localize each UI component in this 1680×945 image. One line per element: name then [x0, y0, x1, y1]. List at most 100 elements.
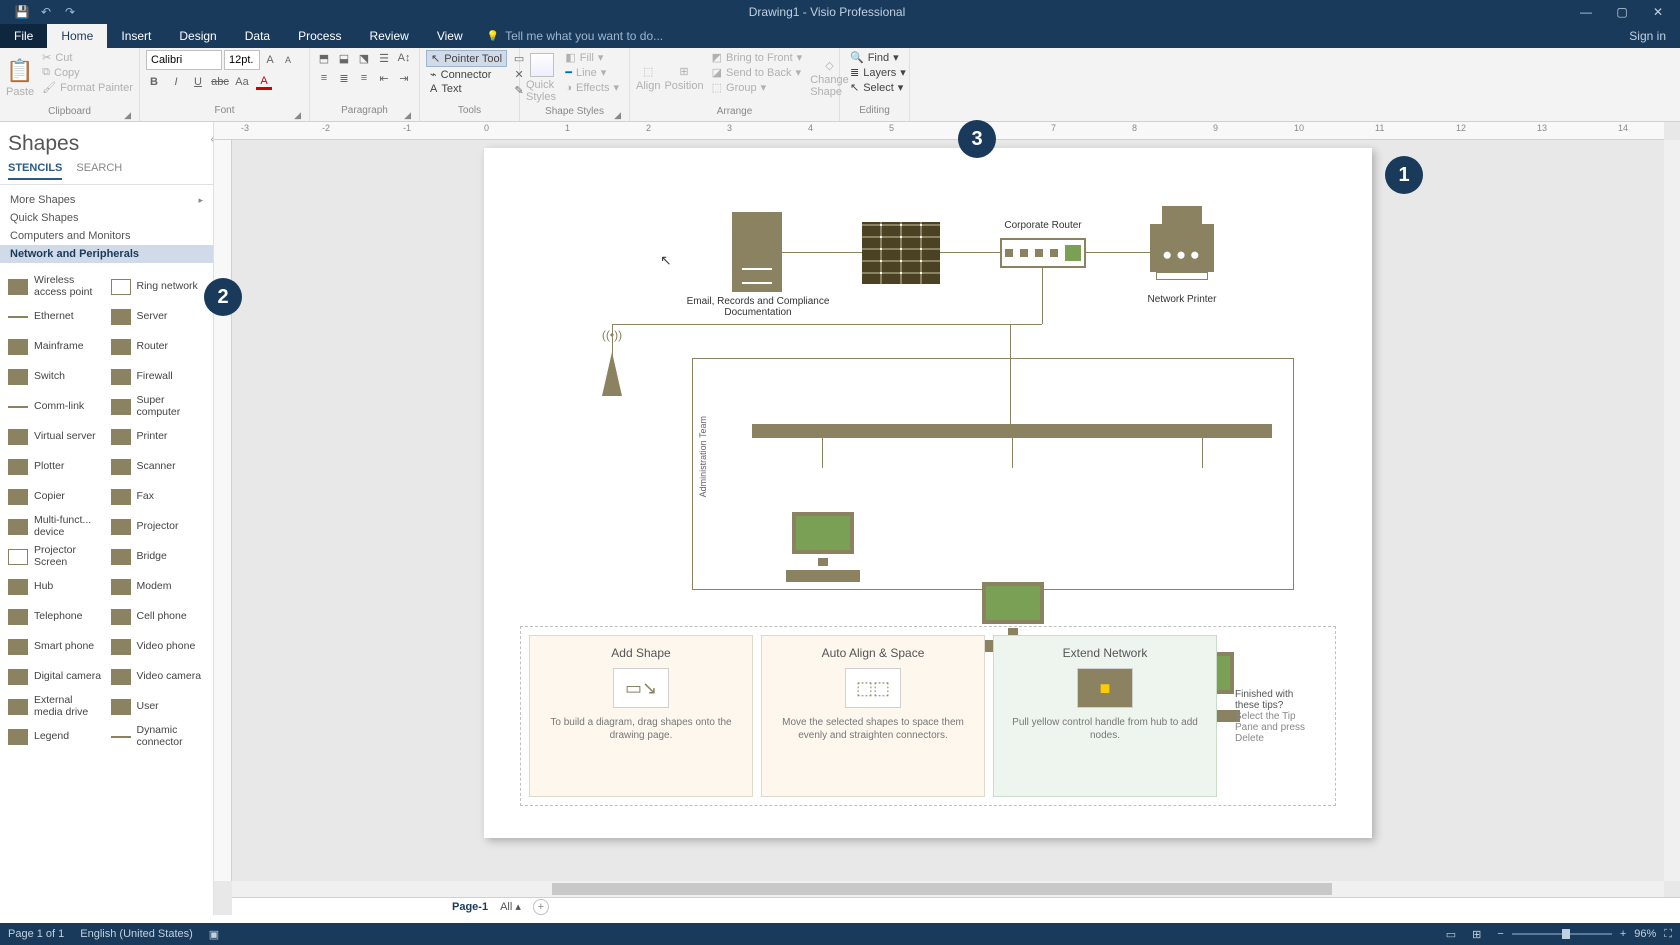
connector[interactable] — [940, 252, 1000, 253]
stencil-network[interactable]: Network and Peripherals — [0, 245, 213, 263]
bullets-icon[interactable]: ☰ — [376, 50, 392, 66]
shape-stencil-item[interactable]: Wireless access point — [6, 273, 105, 301]
shape-stencil-item[interactable]: Legend — [6, 723, 105, 751]
shape-stencil-item[interactable]: Scanner — [109, 453, 208, 481]
tab-data[interactable]: Data — [231, 24, 284, 48]
shape-stencil-item[interactable]: Cell phone — [109, 603, 208, 631]
zoom-value[interactable]: 96% — [1634, 928, 1656, 940]
shape-stencil-item[interactable]: Ethernet — [6, 303, 105, 331]
tab-insert[interactable]: Insert — [107, 24, 165, 48]
shape-stencil-item[interactable]: Firewall — [109, 363, 208, 391]
add-page-button[interactable]: + — [533, 899, 549, 915]
tab-review[interactable]: Review — [355, 24, 422, 48]
shape-stencil-item[interactable]: Hub — [6, 573, 105, 601]
align-center-icon[interactable]: ≣ — [336, 70, 352, 86]
group-button[interactable]: ⬚ Group ▾ — [708, 80, 807, 95]
macro-record-icon[interactable]: ▣ — [209, 928, 219, 941]
connector[interactable] — [1012, 438, 1013, 468]
shape-stencil-item[interactable]: Projector Screen — [6, 543, 105, 571]
font-name-input[interactable] — [146, 50, 222, 70]
shape-stencil-item[interactable]: Fax — [109, 483, 208, 511]
shape-stencil-item[interactable]: Plotter — [6, 453, 105, 481]
tab-home[interactable]: Home — [47, 24, 107, 48]
minimize-icon[interactable]: — — [1576, 5, 1596, 19]
bring-front-button[interactable]: ◩ Bring to Front ▾ — [708, 50, 807, 65]
paste-button[interactable]: 📋 Paste — [6, 50, 34, 106]
shape-stencil-item[interactable]: External media drive — [6, 693, 105, 721]
indent-dec-icon[interactable]: ⇤ — [376, 70, 392, 86]
tab-view[interactable]: View — [423, 24, 477, 48]
tab-file[interactable]: File — [0, 24, 47, 48]
align-bottom-icon[interactable]: ⬔ — [356, 50, 372, 66]
connector[interactable] — [782, 252, 862, 253]
shape-stencil-item[interactable]: Multi-funct... device — [6, 513, 105, 541]
underline-button[interactable]: U — [190, 74, 206, 90]
shape-stencil-item[interactable]: Virtual server — [6, 423, 105, 451]
page-tab-all[interactable]: All ▴ — [500, 900, 521, 913]
shape-stencil-item[interactable]: Telephone — [6, 603, 105, 631]
paragraph-launcher-icon[interactable]: ◢ — [404, 110, 411, 121]
scrollbar-thumb[interactable] — [552, 883, 1332, 895]
shape-stencil-item[interactable]: Video phone — [109, 633, 208, 661]
connector[interactable] — [1086, 252, 1150, 253]
italic-button[interactable]: I — [168, 74, 184, 90]
font-color-button[interactable]: A — [256, 74, 272, 90]
close-icon[interactable]: ✕ — [1648, 5, 1668, 19]
tab-design[interactable]: Design — [165, 24, 230, 48]
stencil-more-shapes[interactable]: More Shapes — [0, 191, 213, 209]
orientation-icon[interactable]: A↕ — [396, 50, 412, 66]
shape-stencil-item[interactable]: Printer — [109, 423, 208, 451]
connector-tool-button[interactable]: ⌁ Connector — [426, 67, 507, 82]
align-right-icon[interactable]: ≡ — [356, 70, 372, 86]
shrink-font-icon[interactable]: A — [280, 52, 296, 68]
shape-stencil-item[interactable]: Switch — [6, 363, 105, 391]
view-fit-icon[interactable]: ⊞ — [1472, 928, 1481, 941]
align-middle-icon[interactable]: ⬓ — [336, 50, 352, 66]
quick-styles-button[interactable]: Quick Styles — [526, 50, 557, 106]
shape-styles-launcher-icon[interactable]: ◢ — [614, 110, 621, 121]
text-case-button[interactable]: Aa — [234, 74, 250, 90]
shape-stencil-item[interactable]: Server — [109, 303, 208, 331]
shape-stencil-item[interactable]: Super computer — [109, 393, 208, 421]
shape-pc-1[interactable] — [786, 512, 860, 582]
copy-button[interactable]: ⧉ Copy — [38, 65, 137, 80]
zoom-in-icon[interactable]: + — [1620, 928, 1626, 940]
font-size-input[interactable] — [224, 50, 260, 70]
search-tab[interactable]: SEARCH — [76, 162, 122, 180]
select-button[interactable]: ↖ Select ▾ — [846, 80, 910, 95]
vertical-scrollbar[interactable] — [1664, 140, 1680, 881]
shape-router[interactable] — [1000, 238, 1086, 268]
shape-team-container[interactable] — [692, 358, 1294, 590]
stencil-computers[interactable]: Computers and Monitors — [0, 227, 213, 245]
shape-stencil-item[interactable]: Router — [109, 333, 208, 361]
shape-stencil-item[interactable]: User — [109, 693, 208, 721]
bold-button[interactable]: B — [146, 74, 162, 90]
maximize-icon[interactable]: ▢ — [1612, 5, 1632, 19]
stencil-quick-shapes[interactable]: Quick Shapes — [0, 209, 213, 227]
grow-font-icon[interactable]: A — [262, 52, 278, 68]
connector[interactable] — [1042, 268, 1043, 324]
strike-button[interactable]: abc — [212, 74, 228, 90]
connector[interactable] — [1202, 438, 1203, 468]
align-top-icon[interactable]: ⬒ — [316, 50, 332, 66]
fit-page-icon[interactable]: ⛶ — [1664, 928, 1672, 941]
view-presentation-icon[interactable]: ▭ — [1446, 928, 1456, 941]
shape-firewall[interactable] — [862, 222, 940, 284]
page-tab-1[interactable]: Page-1 — [452, 901, 488, 913]
shape-stencil-item[interactable]: Bridge — [109, 543, 208, 571]
shape-stencil-item[interactable]: Copier — [6, 483, 105, 511]
sign-in-link[interactable]: Sign in — [1615, 24, 1680, 48]
pointer-tool-button[interactable]: ↖ Pointer Tool — [426, 50, 507, 67]
align-button[interactable]: ⬚Align — [636, 50, 660, 106]
shape-stencil-item[interactable]: Smart phone — [6, 633, 105, 661]
connector[interactable] — [1010, 324, 1011, 424]
clipboard-launcher-icon[interactable]: ◢ — [124, 110, 131, 121]
connector[interactable] — [612, 324, 1042, 325]
zoom-slider[interactable] — [1512, 933, 1612, 935]
align-left-icon[interactable]: ≡ — [316, 70, 332, 86]
redo-icon[interactable]: ↷ — [62, 4, 78, 20]
undo-icon[interactable]: ↶ — [38, 4, 54, 20]
shape-stencil-item[interactable]: Video camera — [109, 663, 208, 691]
shape-stencil-item[interactable]: Mainframe — [6, 333, 105, 361]
tips-pane[interactable]: Add Shape ▭↘ To build a diagram, drag sh… — [520, 626, 1336, 806]
